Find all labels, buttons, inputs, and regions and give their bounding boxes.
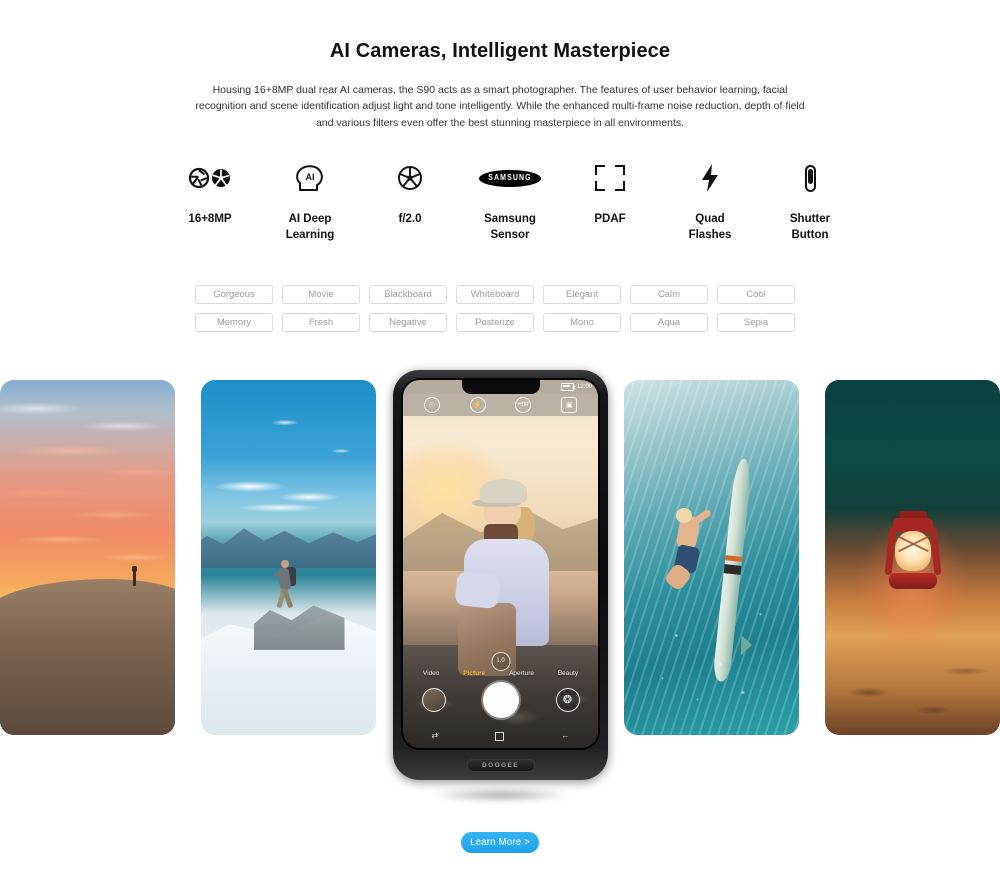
shutter-button[interactable] [482,682,519,718]
feature-label: PDAF [594,213,626,225]
learn-more-button[interactable]: Learn More > [461,832,539,853]
filter-chip[interactable]: Blackboard [369,285,447,304]
filter-chip[interactable]: Mono [543,313,621,332]
samsung-logo-icon: SAMSUNG [479,158,541,198]
filter-chip[interactable]: Memory [195,313,273,332]
home-icon[interactable] [495,731,505,741]
brand-name: DOOGEE [482,761,519,769]
hdr-icon[interactable]: HDR [515,397,532,413]
android-nav-bar: ⇄ ← [403,728,598,744]
lantern-object [881,511,945,674]
brand-plate: DOOGEE [466,758,535,772]
effects-button[interactable]: ❂ [555,688,580,712]
camera-mode-picture[interactable]: Picture [463,670,485,677]
dual-aperture-icon [188,158,232,198]
phone-shadow [408,786,594,804]
camera-mode-aperture[interactable]: Aperture [509,670,534,677]
status-clock: 12:00 [576,384,592,390]
camera-mode-beauty[interactable]: Beauty [558,670,578,677]
feature-item-quad-flashes: Quad Flashes [660,158,760,243]
gallery-thumbnail[interactable] [421,688,446,712]
desert-figure-silhouette [132,565,137,586]
feature-label: AI Deep Learning [285,213,335,241]
filter-chip[interactable]: Gorgeous [195,285,273,304]
hiker-figure [272,558,297,614]
feature-icon-row: 16+8MP AI AI Deep Learning f/2.0 SAMSUNG… [160,158,860,243]
feature-item-samsung-sensor: SAMSUNG Samsung Sensor [460,158,560,243]
switch-camera-icon[interactable]: ▣ [561,397,578,413]
recents-icon[interactable]: ⇄ [432,732,439,740]
aperture-icon [397,158,423,198]
feature-label: Shutter Button [789,213,831,241]
desert-sunset-photo [0,380,175,735]
camera-controls: ❂ [403,678,598,722]
shutter-button-icon [804,158,816,198]
back-icon[interactable]: ← [561,732,569,740]
filter-chip[interactable]: Elegant [543,285,621,304]
flash-icon[interactable]: ⚡ [469,397,486,413]
feature-label: 16+8MP [188,213,232,225]
phone-screen-area: 12:00 ☉ ⚡ HDR ▣ 1.0 Video Picture Apertu… [401,378,600,750]
phone-mockup: 12:00 ☉ ⚡ HDR ▣ 1.0 Video Picture Apertu… [393,370,608,780]
filter-chip[interactable]: Movie [282,285,360,304]
focus-brackets-icon [595,158,625,198]
page-title: AI Cameras, Intelligent Masterpiece [329,40,671,62]
filter-chip[interactable]: Posterize [456,313,534,332]
battery-icon [560,383,575,391]
underwater-surfer-photo [624,380,799,735]
filter-chip[interactable]: Fresh [282,313,360,332]
svg-text:AI: AI [306,172,315,182]
feature-label: f/2.0 [398,213,422,225]
filter-chip[interactable]: Negative [369,313,447,332]
feature-label: Samsung Sensor [484,213,536,241]
lightning-bolt-icon [700,158,720,198]
filter-chip[interactable]: Calm [630,285,708,304]
snow-mountain-hiker-photo [201,380,376,735]
camera-app-screen: 12:00 ☉ ⚡ HDR ▣ 1.0 Video Picture Apertu… [403,380,598,748]
filter-chip[interactable]: Sepia [717,313,795,332]
feature-item-aperture: f/2.0 [360,158,460,228]
product-feature-page: AI Cameras, Intelligent Masterpiece Hous… [0,0,1000,870]
feature-label: Quad Flashes [688,213,732,241]
feature-item-pdaf: PDAF [560,158,660,228]
filter-chip[interactable]: Aqua [630,313,708,332]
filter-chip[interactable]: Whiteboard [456,285,534,304]
display-notch [461,380,540,394]
phone-chin: DOOGEE [393,750,608,780]
samsung-logo-text: SAMSUNG [488,173,532,183]
feature-item-16-8mp: 16+8MP [160,158,260,228]
ai-head-icon: AI [294,158,326,198]
filter-chip-list: Gorgeous Movie Blackboard Whiteboard Ele… [195,285,808,332]
feature-item-ai-deep-learning: AI AI Deep Learning [260,158,360,243]
camera-mode-video[interactable]: Video [423,670,440,677]
camera-top-toolbar: ☉ ⚡ HDR ▣ [403,394,598,416]
red-lantern-photo [825,380,1000,735]
page-description: Housing 16+8MP dual rear AI cameras, the… [195,84,805,129]
scene-mode-icon[interactable]: ☉ [423,397,440,413]
filter-chip[interactable]: Cool [717,285,795,304]
feature-item-shutter-button: Shutter Button [760,158,860,243]
